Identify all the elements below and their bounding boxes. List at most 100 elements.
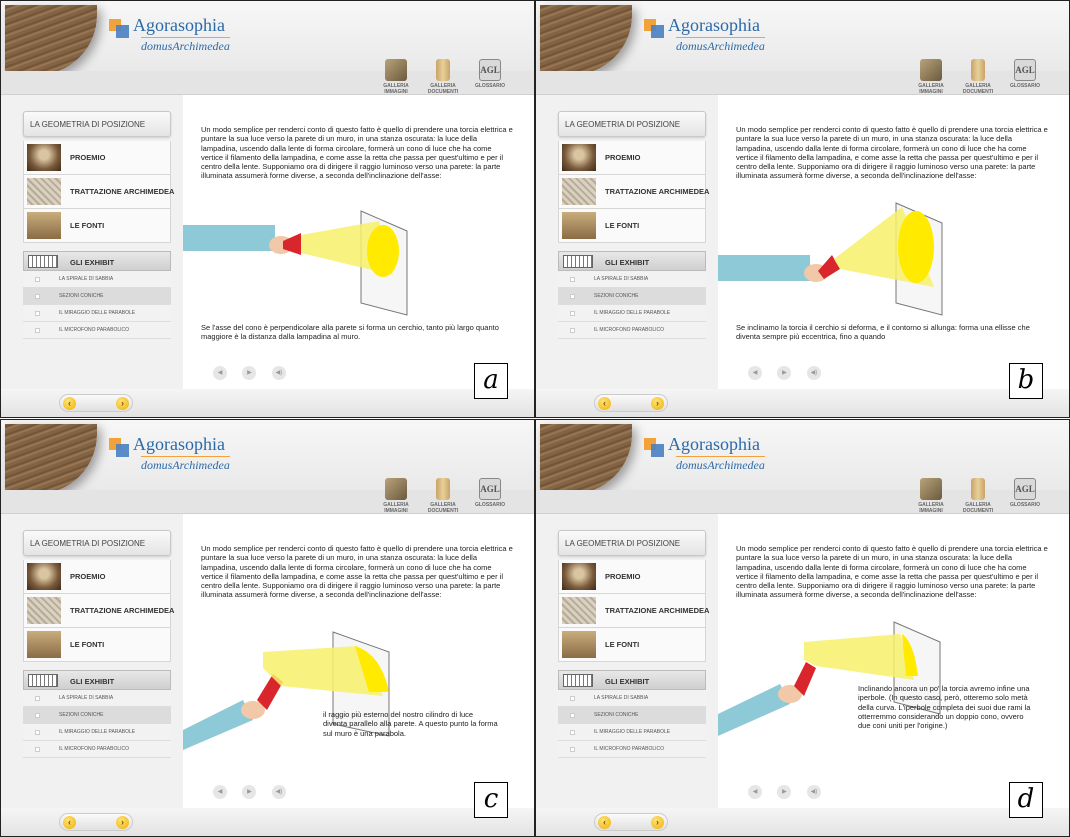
sidebar-item-exhibit[interactable]: GLI EXHIBIT [23,251,171,271]
back-icon[interactable]: ◀ [213,366,227,380]
sidebar-item-proemio[interactable]: PROEMIO [23,560,171,594]
section-title[interactable]: LA GEOMETRIA DI POSIZIONE [23,111,171,137]
next-page-button[interactable]: › [116,816,129,829]
sidebar-item-fonti[interactable]: LE FONTI [558,209,706,243]
sidebar-item-fonti[interactable]: LE FONTI [23,628,171,662]
bullet-icon [570,747,575,752]
bust-thumbnail [562,563,596,590]
exhibit-item-miraggio[interactable]: IL MIRAGGIO DELLE PARABOLE [558,305,706,322]
pager: ‹ › [594,394,668,412]
image-gallery-icon [385,59,407,81]
exhibit-item-microfono[interactable]: IL MICROFONO PARABOLICO [558,322,706,339]
next-page-button[interactable]: › [651,816,664,829]
exhibit-item-microfono[interactable]: IL MICROFONO PARABOLICO [23,322,171,339]
play-icon[interactable]: ▶ [777,785,792,799]
gallery-documents-label: GALLERIA DOCUMENTI [427,83,459,95]
sidebar-item-fonti[interactable]: LE FONTI [558,628,706,662]
gallery-images-button[interactable]: GALLERIA IMMAGINI [374,478,418,514]
audio-icon[interactable]: ◀) [271,785,286,799]
exhibit-item-sezioni-coniche[interactable]: SEZIONI CONICHE [23,707,171,724]
section-title[interactable]: LA GEOMETRIA DI POSIZIONE [558,111,706,137]
logo-mark-icon [644,438,664,458]
glossary-icon: AGL [479,59,501,81]
sidebar-item-exhibit[interactable]: GLI EXHIBIT [558,670,706,690]
glossary-icon: AGL [1014,478,1036,500]
sidebar-item-proemio[interactable]: PROEMIO [558,560,706,594]
prev-page-button[interactable]: ‹ [63,816,76,829]
gallery-images-button[interactable]: GALLERIA IMMAGINI [909,59,953,95]
footer-bar: ‹ › [536,808,1069,836]
audio-icon[interactable]: ◀) [806,366,821,380]
exhibit-item-spirale[interactable]: LA SPIRALE DI SABBIA [23,690,171,707]
sidebar-item-proemio[interactable]: PROEMIO [558,141,706,175]
glossary-label: GLOSSARIO [474,83,505,89]
audio-icon[interactable]: ◀) [806,785,821,799]
exhibit-item-spirale[interactable]: LA SPIRALE DI SABBIA [558,271,706,288]
prev-page-button[interactable]: ‹ [63,397,76,410]
exhibit-icon [563,255,593,268]
exhibit-item-label: IL MIRAGGIO DELLE PARABOLE [594,310,671,316]
sidebar-item-exhibit[interactable]: GLI EXHIBIT [23,670,171,690]
back-icon[interactable]: ◀ [213,785,227,799]
bullet-icon [570,311,575,316]
next-page-button[interactable]: › [116,397,129,410]
sidebar-item-trattazione[interactable]: TRATTAZIONE ARCHIMEDEA [23,175,174,209]
figure-grid: Agorasophia domusArchimedea GALLERIA IMM… [0,0,1070,837]
sidebar-item-label: TRATTAZIONE ARCHIMEDEA [605,187,710,196]
panel-b: Agorasophia domusArchimedea GALLERIA IMM… [535,0,1070,418]
section-title[interactable]: LA GEOMETRIA DI POSIZIONE [558,530,706,556]
image-gallery-icon [385,478,407,500]
prev-page-button[interactable]: ‹ [598,816,611,829]
glossary-button[interactable]: AGL GLOSSARIO [1003,478,1047,508]
play-icon[interactable]: ▶ [777,366,792,380]
sidebar: LA GEOMETRIA DI POSIZIONE PROEMIO TRATTA… [558,530,710,758]
exhibit-item-sezioni-coniche[interactable]: SEZIONI CONICHE [558,707,706,724]
bullet-icon [570,277,575,282]
exhibit-item-miraggio[interactable]: IL MIRAGGIO DELLE PARABOLE [23,724,171,741]
glossary-button[interactable]: AGL GLOSSARIO [1003,59,1047,89]
sidebar-item-trattazione[interactable]: TRATTAZIONE ARCHIMEDEA [558,594,710,628]
sidebar-item-fonti[interactable]: LE FONTI [23,209,171,243]
sidebar-item-trattazione[interactable]: TRATTAZIONE ARCHIMEDEA [558,175,710,209]
exhibit-item-spirale[interactable]: LA SPIRALE DI SABBIA [558,690,706,707]
logo-subtitle: domusArchimedea [141,37,230,53]
exhibit-item-label: LA SPIRALE DI SABBIA [594,695,649,701]
section-title[interactable]: LA GEOMETRIA DI POSIZIONE [23,530,171,556]
exhibit-item-sezioni-coniche[interactable]: SEZIONI CONICHE [23,288,171,305]
gallery-images-label: GALLERIA IMMAGINI [383,502,409,514]
gallery-images-button[interactable]: GALLERIA IMMAGINI [909,478,953,514]
play-icon[interactable]: ▶ [242,366,257,380]
gallery-documents-button[interactable]: GALLERIA DOCUMENTI [421,478,465,514]
sidebar-item-exhibit[interactable]: GLI EXHIBIT [558,251,706,271]
exhibit-item-miraggio[interactable]: IL MIRAGGIO DELLE PARABOLE [558,724,706,741]
sidebar-item-label: TRATTAZIONE ARCHIMEDEA [605,606,710,615]
sidebar-item-label: PROEMIO [605,153,641,162]
exhibit-item-microfono[interactable]: IL MICROFONO PARABOLICO [23,741,171,758]
exhibit-item-label: LA SPIRALE DI SABBIA [59,276,114,282]
exhibit-item-label: SEZIONI CONICHE [594,293,639,299]
play-icon[interactable]: ▶ [242,785,257,799]
back-icon[interactable]: ◀ [748,366,762,380]
prev-page-button[interactable]: ‹ [598,397,611,410]
gallery-documents-button[interactable]: GALLERIA DOCUMENTI [956,59,1000,95]
gallery-documents-button[interactable]: GALLERIA DOCUMENTI [421,59,465,95]
panel-letter: c [474,782,508,818]
gallery-images-button[interactable]: GALLERIA IMMAGINI [374,59,418,95]
back-icon[interactable]: ◀ [748,785,762,799]
exhibit-item-microfono[interactable]: IL MICROFONO PARABOLICO [558,741,706,758]
sidebar-item-proemio[interactable]: PROEMIO [23,141,171,175]
next-page-button[interactable]: › [651,397,664,410]
gallery-documents-button[interactable]: GALLERIA DOCUMENTI [956,478,1000,514]
media-controls: ◀ ▶ ◀) [213,780,297,799]
manuscript-image [540,424,632,494]
exhibit-item-spirale[interactable]: LA SPIRALE DI SABBIA [23,271,171,288]
gallery-documents-label: GALLERIA DOCUMENTI [427,502,459,514]
glossary-button[interactable]: AGL GLOSSARIO [468,59,512,89]
sidebar-item-trattazione[interactable]: TRATTAZIONE ARCHIMEDEA [23,594,174,628]
exhibit-item-sezioni-coniche[interactable]: SEZIONI CONICHE [558,288,706,305]
glossary-button[interactable]: AGL GLOSSARIO [468,478,512,508]
intro-paragraph: Un modo semplice per renderci conto di q… [201,544,513,600]
exhibit-item-miraggio[interactable]: IL MIRAGGIO DELLE PARABOLE [23,305,171,322]
audio-icon[interactable]: ◀) [271,366,286,380]
book-thumbnail [562,631,596,658]
